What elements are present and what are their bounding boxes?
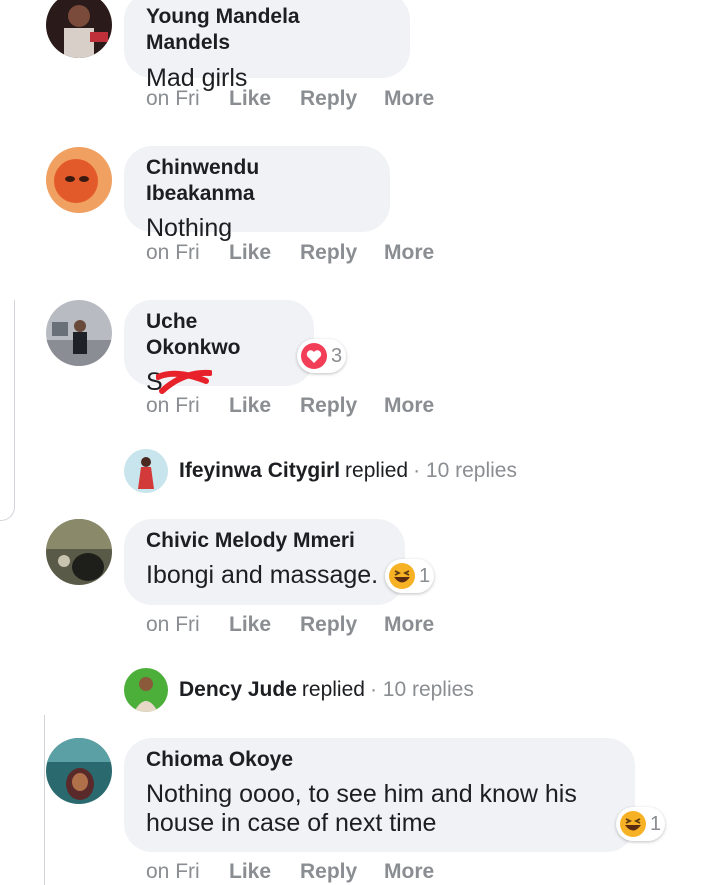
reaction-badge[interactable]: 1 [616,807,666,841]
comment-bubble: Young Mandela Mandels Mad girls [124,0,410,92]
avatar [124,449,168,493]
reaction-count: 3 [331,344,343,367]
like-button[interactable]: Like [229,241,271,265]
comment-author[interactable]: Chioma Okoye [146,747,613,773]
scribble-overlay [156,369,212,394]
like-button[interactable]: Like [229,394,271,418]
comment-text: Ibongi and massage. [146,561,379,589]
like-button[interactable]: Like [229,860,271,884]
reply-button[interactable]: Reply [300,87,357,111]
reply-button[interactable]: Reply [300,394,357,418]
reaction-badge[interactable]: 3 [297,339,347,373]
heart-reaction-icon [301,343,327,369]
reply-count: · 10 replies [369,678,474,701]
more-button[interactable]: More [384,241,434,265]
reply-verb: replied [345,459,409,482]
avatar[interactable] [46,0,112,58]
reaction-count: 1 [419,564,431,587]
comment-bubble: Chioma Okoye Nothing oooo, to see him an… [124,738,635,852]
view-replies-link[interactable]: Ifeyinwa Citygirl replied · 10 replies [124,449,517,493]
comment-bubble: Chinwendu Ibeakanma Nothing [124,146,390,242]
comment-author[interactable]: Chinwendu Ibeakanma [146,155,368,207]
comment-time: on Fri [146,613,200,636]
reply-verb: replied [301,678,365,701]
like-button[interactable]: Like [229,613,271,637]
more-button[interactable]: More [384,613,434,637]
comment-author[interactable]: Chivic Melody Mmeri [146,528,383,554]
reply-button[interactable]: Reply [300,241,357,265]
more-button[interactable]: More [384,394,434,418]
avatar[interactable] [46,300,112,366]
reply-button[interactable]: Reply [300,613,357,637]
more-button[interactable]: More [384,87,434,111]
comment-bubble: Uche Okonkwo S [124,300,314,396]
avatar [124,668,168,712]
like-button[interactable]: Like [229,87,271,111]
view-replies-link[interactable]: Dency Jude replied · 10 replies [124,668,474,712]
comment-bubble: Chivic Melody Mmeri Ibongi and massage. [124,519,405,605]
left-panel-edge [30,715,45,885]
haha-reaction-icon [389,563,415,589]
reply-button[interactable]: Reply [300,860,357,884]
reaction-count: 1 [650,812,662,835]
avatar[interactable] [46,738,112,804]
comment-time: on Fri [146,394,200,417]
comment-text-line: house in case of next time [146,809,437,837]
comment-author[interactable]: Young Mandela Mandels [146,4,388,56]
comment-text-line: Nothing oooo, to see him and know his [146,780,577,808]
more-button[interactable]: More [384,860,434,884]
haha-reaction-icon [620,811,646,837]
reply-count: · 10 replies [413,459,517,482]
comment-author[interactable]: Uche Okonkwo [146,309,292,361]
reply-author: Dency Jude [179,678,297,701]
avatar[interactable] [46,519,112,585]
comment-text: Nothing [146,214,233,242]
left-panel-edge [0,300,15,521]
reply-author: Ifeyinwa Citygirl [179,459,341,482]
reaction-badge[interactable]: 1 [385,559,435,593]
comment-time: on Fri [146,87,200,110]
comment-text: S [146,367,292,397]
avatar[interactable] [46,147,112,213]
comment-time: on Fri [146,860,200,883]
comment-time: on Fri [146,241,200,264]
